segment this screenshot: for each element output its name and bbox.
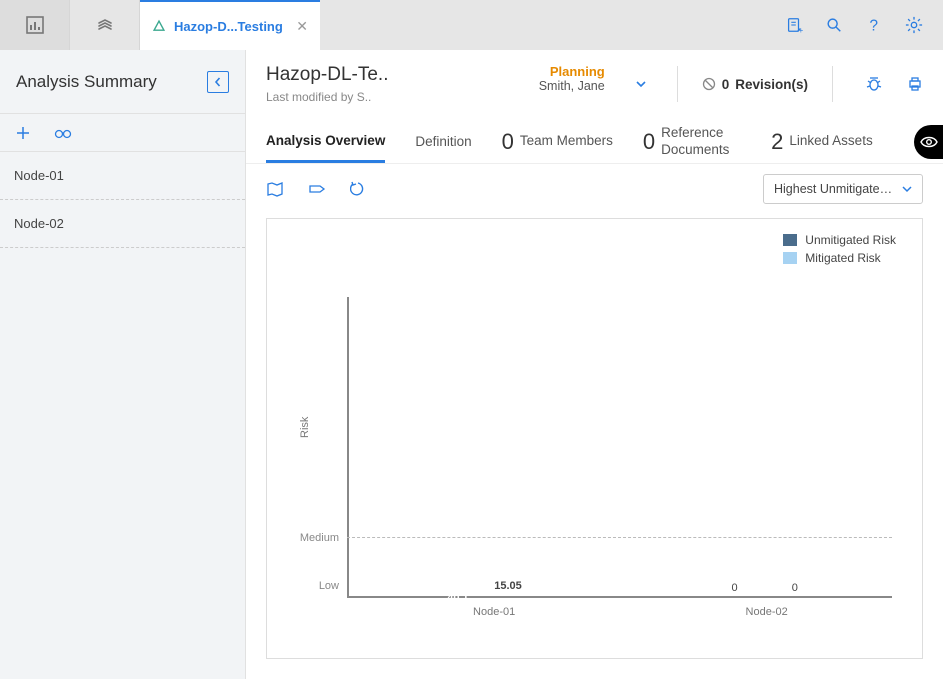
x-tick-label: Node-01 [369, 598, 620, 618]
body: Analysis Summary Node-01 Node-02 [0, 50, 943, 679]
header-actions [857, 76, 923, 92]
page-title: Hazop-DL-Te.. [266, 64, 389, 86]
search-icon[interactable] [825, 16, 843, 34]
svg-text:+: + [799, 26, 804, 34]
chevron-down-icon [635, 78, 647, 90]
help-icon[interactable]: ? [865, 16, 883, 34]
layers-icon [95, 15, 115, 35]
legend-item-mitigated: Mitigated Risk [783, 251, 896, 265]
node-item-label: Node-01 [14, 168, 64, 183]
revisions-count: 0 [722, 77, 730, 92]
close-icon[interactable]: ✕ [296, 18, 308, 35]
clipboard-icon[interactable]: + [785, 16, 803, 34]
tab-label: Linked Assets [789, 133, 872, 149]
node-item[interactable]: Node-02 [0, 200, 245, 248]
refresh-button[interactable] [350, 181, 366, 197]
left-panel: Analysis Summary Node-01 Node-02 [0, 50, 246, 679]
tab-reference-docs[interactable]: 0 Reference Documents [643, 120, 741, 163]
revisions-button[interactable]: 0 Revision(s) [702, 77, 808, 92]
node-list: Node-01 Node-02 [0, 152, 245, 679]
tab-label: Definition [415, 134, 471, 149]
status-block: Planning Smith, Jane [539, 64, 611, 93]
page-subtitle: Last modified by S.. [266, 90, 389, 104]
tab-button-dashboard[interactable] [0, 0, 70, 50]
chart-container: Unmitigated Risk Mitigated Risk Risk Med… [266, 218, 923, 659]
bar-value: 0 [732, 582, 738, 594]
binoculars-icon [54, 126, 72, 140]
tab-label: Analysis Overview [266, 133, 385, 148]
revisions-label: Revision(s) [735, 77, 808, 92]
svg-text:?: ? [870, 17, 879, 34]
print-icon[interactable] [907, 76, 923, 92]
bars: 40.1 15.05 Node-01 0 0 Node-02 [347, 297, 892, 598]
preview-badge[interactable] [914, 125, 943, 159]
plot-area: Risk Medium Low 40.1 [347, 297, 892, 598]
gridline-label: Low [319, 580, 347, 592]
plus-icon [16, 126, 30, 140]
tab-button-stack[interactable] [70, 0, 140, 50]
tab-definition[interactable]: Definition [415, 120, 471, 163]
app-root: Hazop-D...Testing ✕ + ? Analysis Summary [0, 0, 943, 679]
left-title: Analysis Summary [16, 72, 207, 92]
tab-count: 0 [502, 129, 514, 155]
legend-swatch [783, 252, 797, 264]
legend-label: Mitigated Risk [805, 251, 880, 265]
topbar-actions: + ? [765, 0, 943, 50]
chart-toolbar: Highest Unmitigated R [246, 164, 943, 214]
chevron-left-icon [213, 77, 223, 87]
sort-label: Highest Unmitigated R [774, 182, 894, 196]
triangle-icon [152, 19, 166, 33]
tab-label: Team Members [520, 133, 613, 149]
x-tick-label: Node-02 [641, 598, 892, 618]
header: Hazop-DL-Te.. Last modified by S.. Plann… [246, 50, 943, 104]
gear-icon[interactable] [905, 16, 923, 34]
status-badge: Planning [550, 64, 605, 79]
y-axis-label: Risk [299, 416, 311, 437]
bar-value: 0 [792, 582, 798, 594]
sort-dropdown[interactable]: Highest Unmitigated R [763, 174, 923, 204]
tab-linked-assets[interactable]: 2 Linked Assets [771, 120, 873, 163]
tab-team-members[interactable]: 0 Team Members [502, 120, 613, 163]
legend-swatch [783, 234, 797, 246]
file-tab-label: Hazop-D...Testing [174, 19, 288, 34]
status-dropdown[interactable] [629, 72, 653, 96]
node-item-label: Node-02 [14, 216, 64, 231]
bar-chart-icon [25, 15, 45, 35]
tab-analysis-overview[interactable]: Analysis Overview [266, 120, 385, 163]
bar-value: 15.05 [494, 580, 522, 592]
user-name: Smith, Jane [539, 79, 605, 93]
map-view-button[interactable] [266, 181, 284, 197]
tab-count: 0 [643, 129, 655, 155]
collapse-panel-button[interactable] [207, 71, 229, 93]
separator [832, 66, 833, 102]
tab-count: 2 [771, 129, 783, 155]
file-tab-active[interactable]: Hazop-D...Testing ✕ [140, 0, 320, 50]
left-header: Analysis Summary [0, 50, 245, 114]
legend-item-unmitigated: Unmitigated Risk [783, 233, 896, 247]
tab-label: Reference Documents [661, 125, 741, 157]
view-button[interactable] [54, 126, 72, 140]
node-item[interactable]: Node-01 [0, 152, 245, 200]
separator [677, 66, 678, 102]
header-title-block: Hazop-DL-Te.. Last modified by S.. [266, 64, 389, 104]
legend-label: Unmitigated Risk [805, 233, 896, 247]
chevron-down-icon [902, 184, 912, 194]
tab-strip: Hazop-D...Testing ✕ + ? [0, 0, 943, 50]
add-node-button[interactable] [16, 126, 30, 140]
analysis-tabs: Analysis Overview Definition 0 Team Memb… [246, 120, 943, 164]
tag-button[interactable] [308, 182, 326, 196]
eye-icon [920, 135, 938, 149]
revision-icon [702, 77, 716, 91]
legend: Unmitigated Risk Mitigated Risk [783, 233, 896, 269]
gridline-label: Medium [300, 532, 347, 544]
left-toolbar [0, 114, 245, 152]
bug-icon[interactable] [865, 76, 883, 92]
main-panel: Hazop-DL-Te.. Last modified by S.. Plann… [246, 50, 943, 679]
